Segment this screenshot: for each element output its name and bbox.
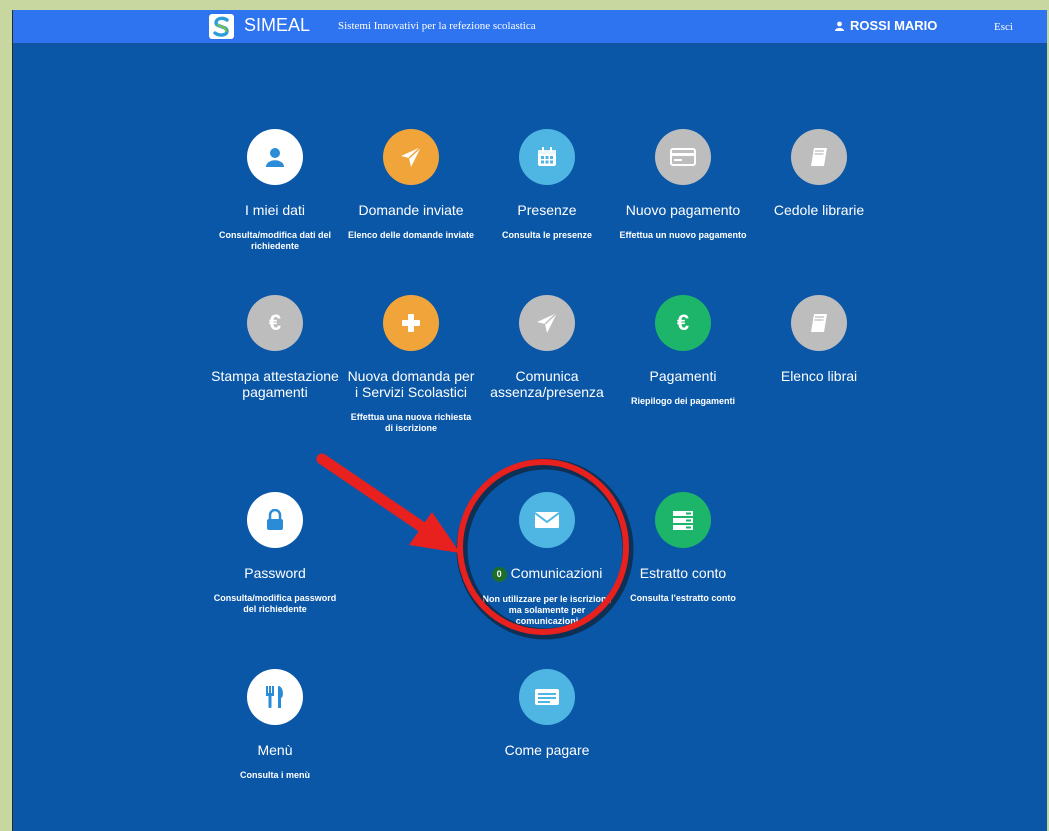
tile-title: Stampa attestazione pagamenti	[211, 368, 339, 400]
tile-elenco-librai[interactable]: Elenco librai	[754, 295, 884, 384]
tile-cedole-librarie[interactable]: Cedole librarie	[754, 129, 884, 218]
tile-title: Pagamenti	[649, 368, 717, 384]
tile-title: 0 Comunicazioni	[482, 565, 612, 582]
tile-description: Consulta/modifica password del richieden…	[213, 593, 337, 614]
euro-icon: €	[655, 295, 711, 351]
tile-description: Consulta i menù	[239, 770, 310, 780]
tile-title: Presenze	[517, 202, 577, 218]
calendar-icon	[519, 129, 575, 185]
top-navbar: SIMEAL Sistemi Innovativi per la refezio…	[13, 10, 1047, 44]
user-menu[interactable]: ROSSI MARIO	[835, 18, 937, 33]
tile-comunica-assenza[interactable]: Comunica assenza/presenza	[482, 295, 612, 400]
tile-description: Elenco delle domande inviate	[347, 230, 475, 240]
cutlery-icon	[247, 669, 303, 725]
tile-title: Comunica assenza/presenza	[490, 368, 604, 400]
tile-password[interactable]: Password Consulta/modifica password del …	[210, 492, 340, 615]
tile-pagamenti[interactable]: € Pagamenti Riepilogo dei pagamenti	[618, 295, 748, 407]
tile-description: Non utilizzare per le iscrizioni, ma sol…	[482, 594, 612, 626]
tile-nuovo-pagamento[interactable]: Nuovo pagamento Effettua un nuovo pagame…	[618, 129, 748, 241]
tile-come-pagare[interactable]: Come pagare	[482, 669, 612, 758]
user-icon	[835, 21, 844, 31]
tile-description: Consulta/modifica dati del richiedente	[218, 230, 331, 251]
tile-description: Riepilogo dei pagamenti	[630, 396, 735, 406]
tile-description: Consulta l'estratto conto	[630, 593, 736, 603]
tile-i-miei-dati[interactable]: I miei dati Consulta/modifica dati del r…	[210, 129, 340, 252]
euro-icon: €	[247, 295, 303, 351]
paper-plane-icon	[383, 129, 439, 185]
tile-title: Come pagare	[504, 742, 590, 758]
tile-stampa-attestazione[interactable]: € Stampa attestazione pagamenti	[210, 295, 340, 400]
tile-title: Nuova domanda per i Servizi Scolastici	[347, 368, 475, 400]
tile-title: Cedole librarie	[773, 202, 865, 218]
tile-title: Menù	[257, 742, 293, 758]
app-frame: SIMEAL Sistemi Innovativi per la refezio…	[12, 10, 1047, 831]
simeal-logo-icon[interactable]	[209, 14, 234, 39]
paper-plane-icon	[519, 295, 575, 351]
plus-icon	[383, 295, 439, 351]
list-icon	[655, 492, 711, 548]
tile-title: Nuovo pagamento	[625, 202, 741, 218]
user-name: ROSSI MARIO	[850, 18, 938, 33]
credit-card-icon	[655, 129, 711, 185]
tile-description: Effettua una nuova richiesta di iscrizio…	[350, 412, 472, 433]
envelope-icon	[519, 492, 575, 548]
book-icon	[791, 295, 847, 351]
tile-description: Effettua un nuovo pagamento	[619, 230, 747, 240]
tile-comunicazioni[interactable]: 0 Comunicazioni Non utilizzare per le isc…	[482, 492, 612, 627]
book-icon	[791, 129, 847, 185]
tile-title: Password	[244, 565, 306, 581]
tile-presenze[interactable]: Presenze Consulta le presenze	[482, 129, 612, 241]
tile-title-text: Comunicazioni	[510, 565, 603, 581]
brand-tagline: Sistemi Innovativi per la refezione scol…	[338, 20, 536, 32]
tile-nuova-domanda[interactable]: Nuova domanda per i Servizi Scolastici E…	[346, 295, 476, 434]
tile-title: Elenco librai	[780, 368, 858, 384]
tile-menu[interactable]: Menù Consulta i menù	[210, 669, 340, 781]
lock-icon	[247, 492, 303, 548]
unread-count-badge: 0	[491, 567, 507, 582]
brand-name[interactable]: SIMEAL	[244, 15, 310, 36]
user-icon	[247, 129, 303, 185]
tile-title: Estratto conto	[639, 565, 727, 581]
tile-title: I miei dati	[245, 202, 305, 218]
logout-link[interactable]: Esci	[994, 21, 1013, 33]
card-list-icon	[519, 669, 575, 725]
tile-estratto-conto[interactable]: Estratto conto Consulta l'estratto conto	[618, 492, 748, 604]
tile-domande-inviate[interactable]: Domande inviate Elenco delle domande inv…	[346, 129, 476, 241]
tile-description: Consulta le presenze	[501, 230, 593, 240]
tile-title: Domande inviate	[358, 202, 464, 218]
